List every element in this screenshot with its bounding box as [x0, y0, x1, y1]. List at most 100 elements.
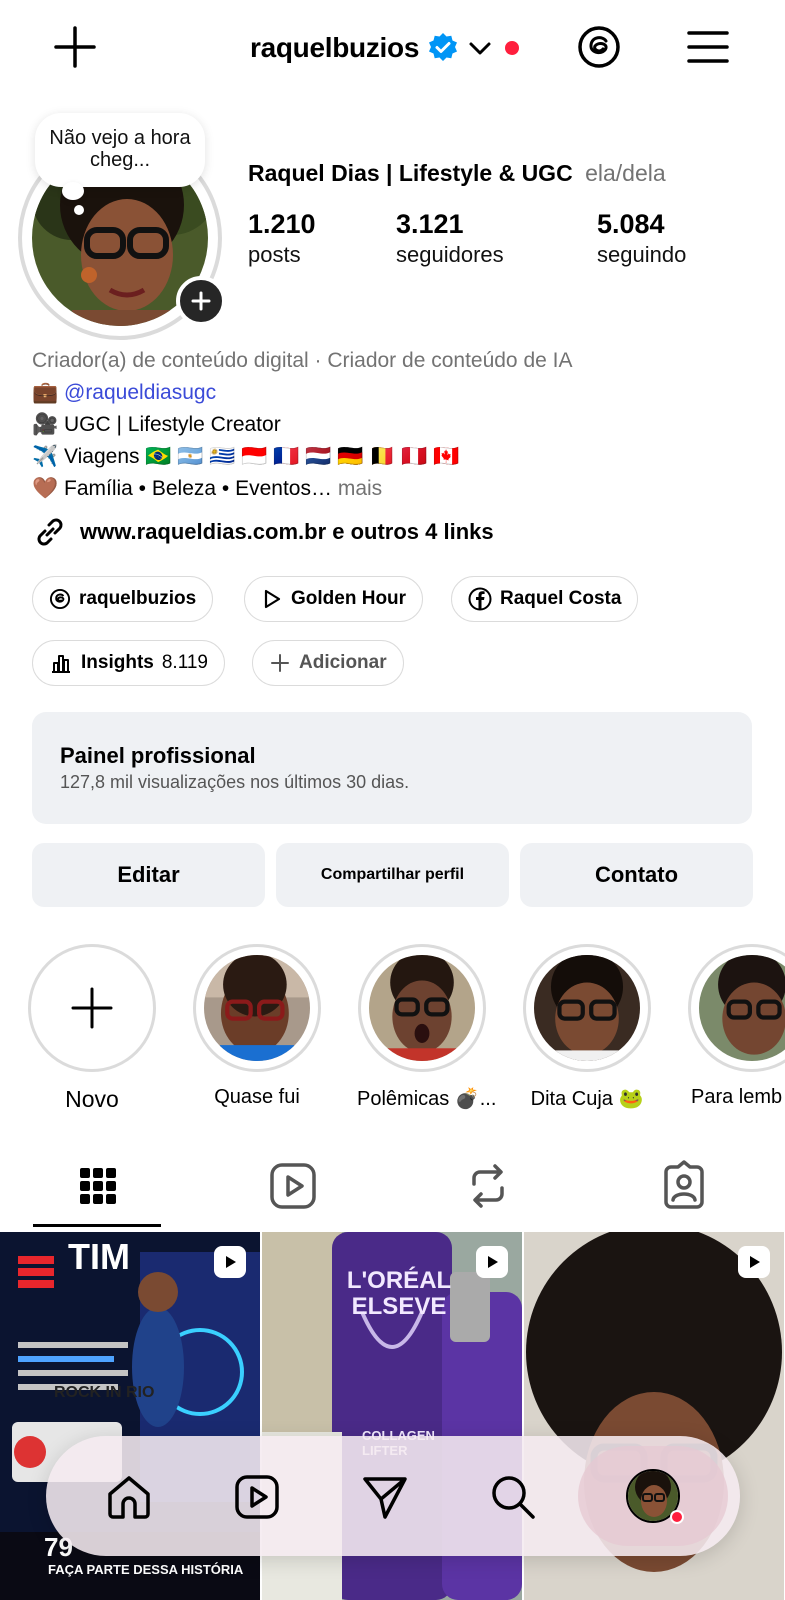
bio: Criador(a) de conteúdo digital · Criador… — [32, 345, 762, 505]
bottom-navigation — [46, 1436, 740, 1556]
chip-label: Adicionar — [299, 652, 387, 673]
chevron-down-icon[interactable] — [467, 35, 493, 61]
note-bubble-tail — [62, 182, 84, 200]
reels-tab-icon[interactable] — [267, 1160, 319, 1212]
highlight-label: Quase fui — [214, 1086, 300, 1108]
play-icon — [750, 1256, 760, 1268]
stat-value: 1.210 — [248, 209, 316, 239]
reposts-tab-icon[interactable] — [462, 1160, 514, 1212]
header-username: raquelbuzios — [250, 32, 420, 63]
stat-label: seguindo — [597, 242, 687, 267]
professional-dashboard[interactable]: Painel profissional 127,8 mil visualizaç… — [32, 712, 752, 824]
reel-badge — [476, 1246, 508, 1278]
bio-text: Viagens 🇧🇷 🇦🇷 🇺🇾 🇮🇩 🇫🇷 🇳🇱 🇩🇪 🇧🇪 🇵🇪 🇨🇦 — [64, 445, 460, 468]
highlight-label: Para lemb — [691, 1086, 783, 1108]
insights-count: 8.119 — [161, 652, 208, 673]
tagged-tab-icon[interactable] — [658, 1160, 710, 1212]
highlight-item[interactable]: Polêmicas 💣... — [357, 944, 497, 1111]
highlight-circle — [688, 944, 785, 1072]
facebook-icon — [468, 587, 492, 611]
edit-profile-button[interactable]: Editar — [32, 843, 265, 907]
bio-emoji: 💼 — [32, 381, 59, 404]
highlight-circle — [28, 944, 156, 1072]
website-link[interactable]: www.raqueldias.com.br e outros 4 links — [32, 514, 494, 550]
stat-value: 3.121 — [396, 209, 464, 239]
chip-label: Insights — [81, 652, 154, 673]
stat-followers[interactable]: 3.121 seguidores — [396, 208, 504, 270]
display-name: Raquel Dias | Lifestyle & UGC — [248, 160, 573, 186]
highlight-new[interactable]: Novo — [27, 944, 157, 1113]
contact-button[interactable]: Contato — [520, 843, 753, 907]
link-icon — [37, 518, 63, 546]
highlight-circle — [358, 944, 486, 1072]
share-profile-button[interactable]: Compartilhar perfil — [276, 843, 509, 907]
post-brand-text: L'ORÉAL ELSEVE — [346, 1267, 452, 1320]
stat-following[interactable]: 5.084 seguindo — [597, 208, 686, 270]
bio-line: 💼 @raqueldiasugc — [32, 377, 762, 409]
insights-chip[interactable]: Insights 8.119 — [32, 640, 225, 686]
reels-icon[interactable] — [232, 1472, 282, 1522]
button-label: Compartilhar perfil — [320, 866, 465, 883]
highlight-circle — [193, 944, 321, 1072]
highlight-thumbnail — [204, 955, 310, 1061]
account-switcher[interactable]: raquelbuzios — [250, 28, 520, 68]
category-line: Criador(a) de conteúdo digital · Criador… — [32, 349, 573, 372]
create-plus-icon[interactable] — [52, 24, 98, 70]
post-overlay-text: ROCK IN RIO — [54, 1384, 155, 1401]
chip-label: Golden Hour — [291, 588, 407, 609]
golden-hour-chip[interactable]: Golden Hour — [244, 576, 424, 622]
note-bubble-tail-small — [74, 205, 84, 215]
add-story-button[interactable] — [176, 276, 226, 326]
grid-tab-icon[interactable] — [72, 1160, 124, 1212]
notification-dot — [505, 41, 520, 55]
top-bar: raquelbuzios — [0, 0, 785, 96]
threads-chip[interactable]: raquelbuzios — [32, 576, 214, 622]
add-chip[interactable]: Adicionar — [252, 640, 404, 686]
play-icon — [264, 589, 281, 609]
reel-badge — [738, 1246, 770, 1278]
highlight-item[interactable]: Quase fui — [192, 944, 322, 1109]
chip-label: Raquel Costa — [500, 588, 622, 609]
bio-text: UGC | Lifestyle Creator — [64, 413, 281, 436]
highlight-label: Polêmicas 💣... — [357, 1088, 497, 1110]
display-name-line: Raquel Dias | Lifestyle & UGC ela/dela — [248, 160, 666, 187]
bio-line: 🎥 UGC | Lifestyle Creator — [32, 409, 762, 441]
notification-dot — [670, 1510, 684, 1524]
more-link[interactable]: mais — [338, 477, 382, 500]
plus-icon — [271, 654, 289, 672]
verified-badge-icon — [429, 33, 458, 61]
highlight-label: Dita Cuja 🐸 — [530, 1088, 644, 1110]
stat-value: 5.084 — [597, 209, 665, 239]
facebook-chip[interactable]: Raquel Costa — [451, 576, 639, 622]
bio-text: Família • Beleza • Eventos… — [64, 477, 332, 500]
mention-link[interactable]: @raqueldiasugc — [64, 381, 216, 404]
highlight-item[interactable]: Para lemb — [687, 944, 785, 1109]
direct-messages-icon[interactable] — [360, 1472, 410, 1522]
highlight-thumbnail — [699, 955, 785, 1061]
stat-label: seguidores — [396, 242, 504, 267]
website-text: www.raqueldias.com.br e outros 4 links — [80, 519, 494, 544]
highlight-circle — [523, 944, 651, 1072]
profile-tabs — [0, 1150, 785, 1230]
bio-line: ✈️ Viagens 🇧🇷 🇦🇷 🇺🇾 🇮🇩 🇫🇷 🇳🇱 🇩🇪 🇧🇪 🇵🇪 🇨🇦 — [32, 441, 762, 473]
note-text: Não vejo a hora cheg... — [49, 127, 191, 171]
search-icon[interactable] — [488, 1472, 538, 1522]
threads-icon — [49, 588, 71, 610]
stat-posts[interactable]: 1.210 posts — [248, 208, 316, 270]
play-icon — [226, 1256, 236, 1268]
active-tab-indicator — [33, 1224, 161, 1227]
stat-label: posts — [248, 242, 301, 267]
reel-badge — [214, 1246, 246, 1278]
post-footer-text: FAÇA PARTE DESSA HISTÓRIA — [48, 1562, 244, 1577]
button-label: Contato — [594, 862, 679, 887]
bio-emoji: 🤎 — [32, 477, 59, 500]
panel-subtitle: 127,8 mil visualizações nos últimos 30 d… — [60, 772, 410, 792]
highlight-label: Novo — [65, 1086, 119, 1112]
home-icon[interactable] — [104, 1472, 154, 1522]
bio-emoji: 🎥 — [32, 413, 59, 436]
profile-note[interactable]: Não vejo a hora cheg... — [35, 113, 205, 187]
highlight-thumbnail — [534, 955, 640, 1061]
highlight-item[interactable]: Dita Cuja 🐸 — [522, 944, 652, 1111]
threads-icon[interactable] — [576, 24, 622, 70]
hamburger-menu-icon[interactable] — [686, 26, 730, 68]
